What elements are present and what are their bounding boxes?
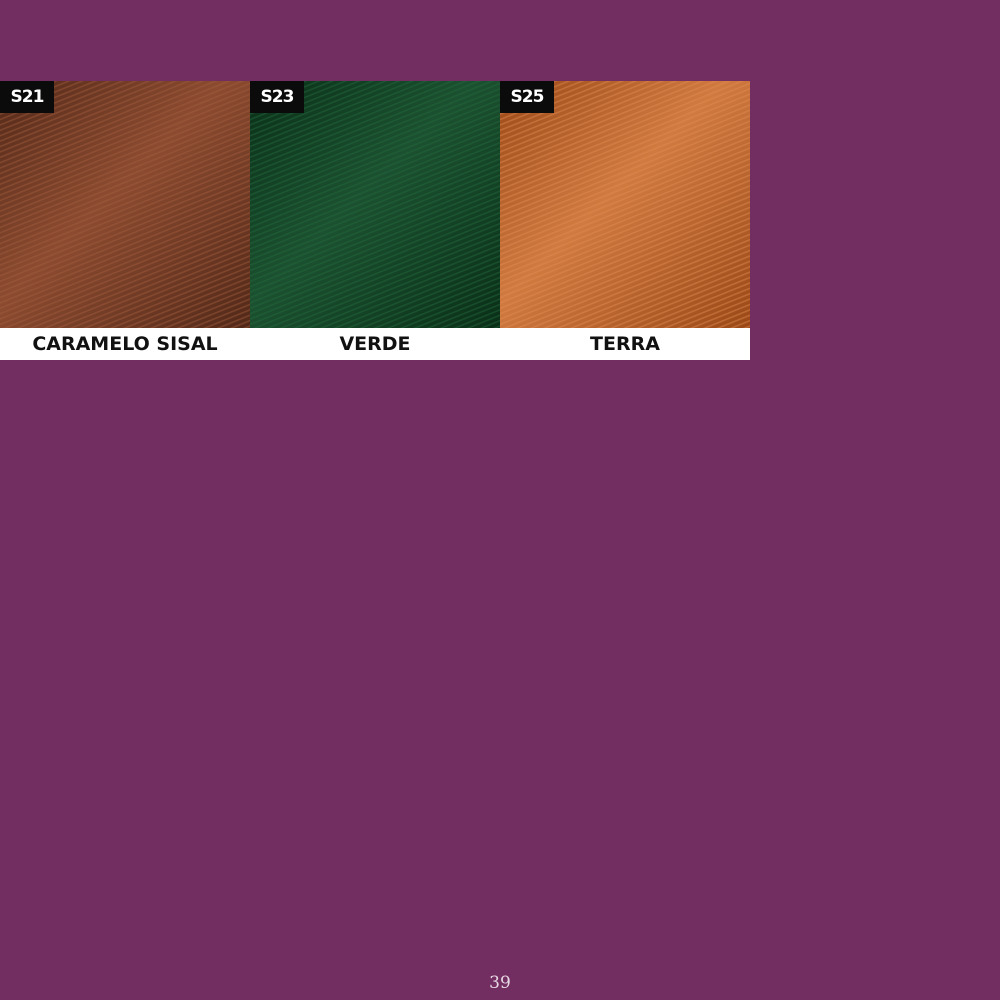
- swatch-code: S25: [500, 81, 554, 113]
- fabric-texture: [0, 81, 250, 328]
- page-number: 39: [489, 973, 511, 993]
- fabric-weave: [0, 81, 250, 328]
- fabric-texture: [250, 81, 500, 328]
- swatch-code: S23: [250, 81, 304, 113]
- swatch-name: TERRA: [500, 328, 750, 360]
- swatch-name: CARAMELO SISAL: [0, 328, 250, 360]
- fabric-weave: [250, 81, 500, 328]
- swatch-name: VERDE: [250, 328, 500, 360]
- fabric-weave: [500, 81, 750, 328]
- swatch-code: S21: [0, 81, 54, 113]
- swatch-s23: S23 VERDE: [250, 81, 500, 360]
- swatch-s25: S25 TERRA: [500, 81, 750, 360]
- swatch-s21: S21 CARAMELO SISAL: [0, 81, 250, 360]
- fabric-swatch-row: S21 CARAMELO SISAL S23 VERDE S25 TERRA: [0, 81, 750, 360]
- fabric-texture: [500, 81, 750, 328]
